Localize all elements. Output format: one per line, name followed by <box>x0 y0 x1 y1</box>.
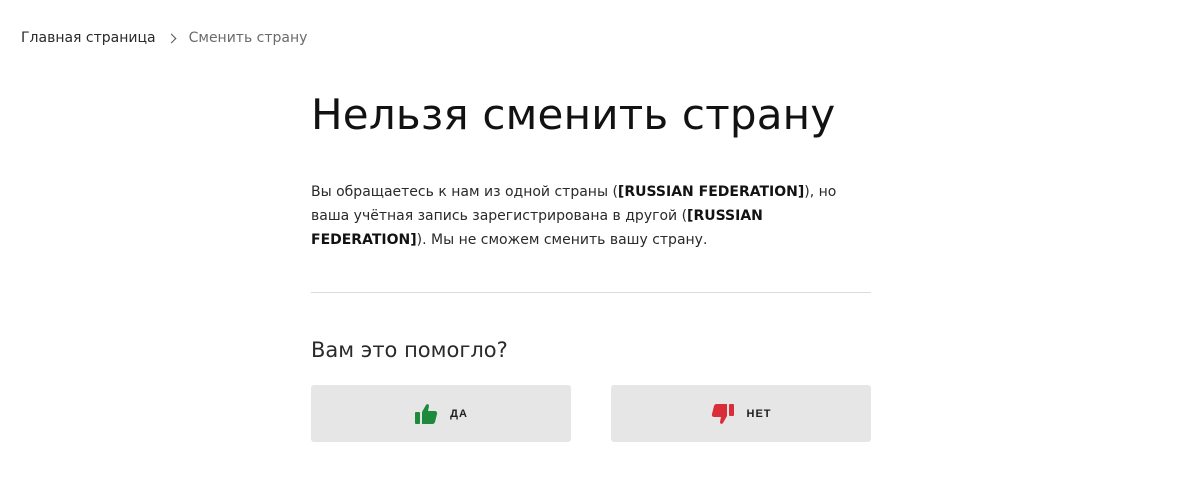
country-message: Вы обращаетесь к нам из одной страны ([R… <box>311 180 851 252</box>
breadcrumb: Главная страница Сменить страну <box>21 29 307 47</box>
message-text-3: ). Мы не сможем сменить вашу страну. <box>416 232 708 248</box>
page-title: Нельзя сменить страну <box>311 90 836 139</box>
main-content: Нельзя сменить страну Вы обращаетесь к н… <box>311 88 871 442</box>
message-text-1: Вы обращаетесь к нам из одной страны ( <box>311 184 618 200</box>
yes-label: ДА <box>450 407 468 420</box>
thumbs-up-icon <box>414 402 438 426</box>
request-country: [RUSSIAN FEDERATION] <box>617 184 805 200</box>
no-button[interactable]: НЕТ <box>611 385 871 442</box>
divider <box>311 292 871 293</box>
breadcrumb-home-link[interactable]: Главная страница <box>21 29 156 47</box>
yes-button[interactable]: ДА <box>311 385 571 442</box>
breadcrumb-current: Сменить страну <box>188 30 308 46</box>
no-label: НЕТ <box>746 407 772 420</box>
chevron-right-icon <box>166 33 177 43</box>
thumbs-down-icon <box>711 402 735 426</box>
feedback-question: Вам это помогло? <box>311 338 508 362</box>
